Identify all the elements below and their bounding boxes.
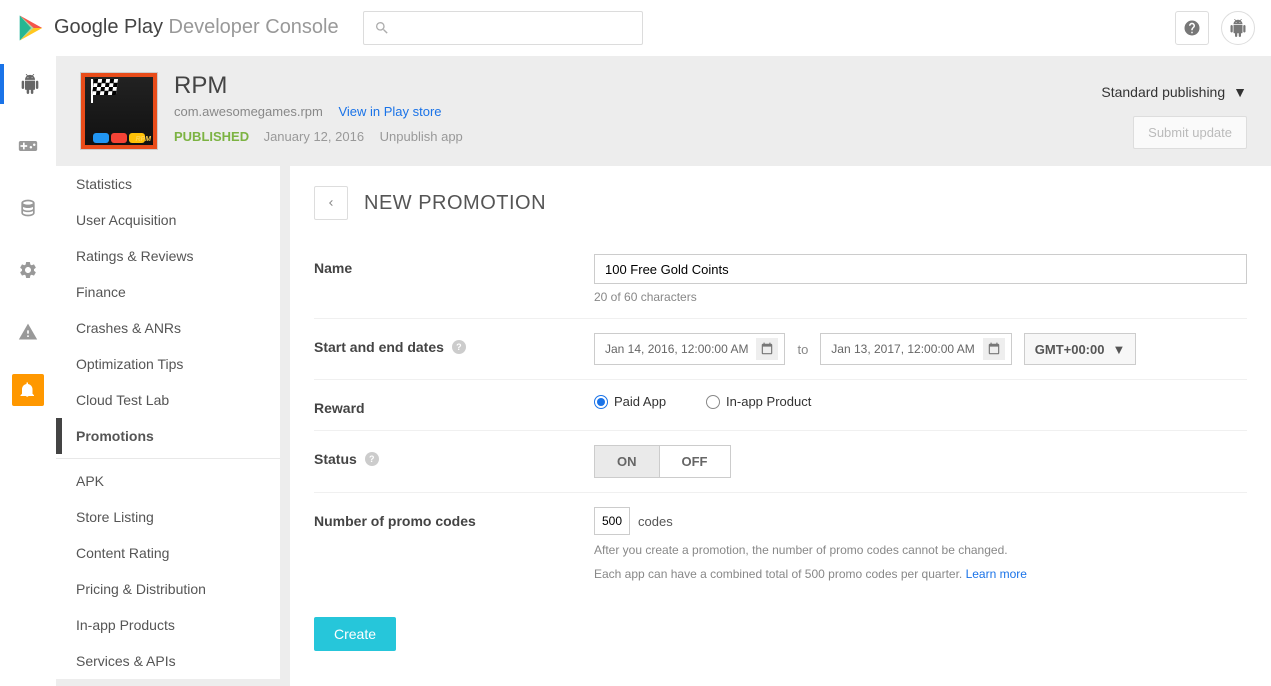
end-date-picker[interactable]: Jan 13, 2017, 12:00:00 AM: [820, 333, 1011, 365]
chevron-down-icon: ▼: [1233, 84, 1247, 100]
submit-update-button[interactable]: Submit update: [1133, 116, 1247, 149]
chevron-down-icon: ▼: [1112, 342, 1125, 357]
rail-settings[interactable]: [0, 250, 56, 290]
panel-title: NEW PROMOTION: [364, 192, 546, 215]
label-promo-codes: Number of promo codes: [314, 507, 594, 529]
sidebar-item-apk[interactable]: APK: [56, 463, 280, 499]
sidebar-item-in-app[interactable]: In-app Products: [56, 607, 280, 643]
codes-info-2: Each app can have a combined total of 50…: [594, 565, 1247, 583]
app-icon: RPM: [80, 72, 158, 150]
learn-more-link[interactable]: Learn more: [966, 567, 1027, 581]
brand-text: Google Play Developer Console: [54, 16, 339, 39]
android-icon: [20, 74, 40, 94]
rail-reports[interactable]: [0, 188, 56, 228]
android-icon: [1229, 19, 1247, 37]
label-status: Status ?: [314, 445, 594, 467]
label-reward: Reward: [314, 394, 594, 416]
back-button[interactable]: [314, 186, 348, 220]
logo-area: Google Play Developer Console: [16, 13, 339, 43]
search-icon: [374, 20, 390, 36]
warning-icon: [18, 322, 38, 342]
gear-icon: [18, 260, 38, 280]
account-button[interactable]: [1221, 11, 1255, 45]
chevron-left-icon: [325, 197, 337, 209]
gamepad-icon: [18, 136, 38, 156]
sidebar-item-statistics[interactable]: Statistics: [56, 166, 280, 202]
status-off-button[interactable]: OFF: [659, 446, 730, 477]
play-logo-icon: [16, 13, 46, 43]
codes-info-1: After you create a promotion, the number…: [594, 541, 1247, 559]
sidebar-item-content-rating[interactable]: Content Rating: [56, 535, 280, 571]
radio-paid-app[interactable]: Paid App: [594, 394, 666, 409]
unpublish-link[interactable]: Unpublish app: [380, 129, 463, 144]
rail-alerts[interactable]: [0, 312, 56, 352]
app-header: RPM RPM com.awesomegames.rpm View in Pla…: [56, 56, 1271, 166]
publishing-mode-dropdown[interactable]: Standard publishing ▼: [1101, 84, 1247, 100]
help-icon[interactable]: ?: [365, 452, 379, 466]
radio-icon: [706, 395, 720, 409]
create-button[interactable]: Create: [314, 617, 396, 651]
sidebar-item-finance[interactable]: Finance: [56, 274, 280, 310]
view-play-store-link[interactable]: View in Play store: [338, 104, 441, 119]
sidebar: Statistics User Acquisition Ratings & Re…: [56, 166, 280, 679]
name-input[interactable]: [594, 254, 1247, 284]
app-publish-date: January 12, 2016: [264, 129, 364, 144]
sidebar-item-store-listing[interactable]: Store Listing: [56, 499, 280, 535]
app-package: com.awesomegames.rpm: [174, 104, 323, 119]
rail-games[interactable]: [0, 126, 56, 166]
sidebar-item-pricing[interactable]: Pricing & Distribution: [56, 571, 280, 607]
sidebar-item-optimization[interactable]: Optimization Tips: [56, 346, 280, 382]
sidebar-item-ratings-reviews[interactable]: Ratings & Reviews: [56, 238, 280, 274]
radio-icon: [594, 395, 608, 409]
nav-rail: [0, 56, 56, 686]
topbar: Google Play Developer Console: [0, 0, 1271, 56]
status-toggle: ON OFF: [594, 445, 731, 478]
rail-apps[interactable]: [0, 64, 56, 104]
label-name: Name: [314, 254, 594, 276]
timezone-dropdown[interactable]: GMT+00:00 ▼: [1024, 333, 1137, 365]
radio-inapp-product[interactable]: In-app Product: [706, 394, 811, 409]
search-input[interactable]: [398, 20, 632, 35]
megaphone-icon: [19, 381, 37, 399]
sidebar-item-crashes-anrs[interactable]: Crashes & ANRs: [56, 310, 280, 346]
help-icon[interactable]: ?: [452, 340, 466, 354]
sidebar-item-user-acquisition[interactable]: User Acquisition: [56, 202, 280, 238]
topbar-right: [1175, 11, 1255, 45]
label-dates: Start and end dates ?: [314, 333, 594, 355]
app-status: PUBLISHED: [174, 129, 249, 144]
promo-codes-input[interactable]: [594, 507, 630, 535]
calendar-icon: [983, 338, 1005, 360]
sidebar-item-promotions[interactable]: Promotions: [56, 418, 280, 454]
help-icon: [1183, 19, 1201, 37]
help-button[interactable]: [1175, 11, 1209, 45]
rail-announcements[interactable]: [12, 374, 44, 406]
search-box[interactable]: [363, 11, 643, 45]
calendar-icon: [756, 338, 778, 360]
status-on-button[interactable]: ON: [595, 446, 659, 477]
name-char-count: 20 of 60 characters: [594, 290, 1247, 304]
start-date-picker[interactable]: Jan 14, 2016, 12:00:00 AM: [594, 333, 785, 365]
form-panel: NEW PROMOTION Name 20 of 60 characters S…: [290, 166, 1271, 686]
database-icon: [18, 198, 38, 218]
sidebar-item-cloud-test-lab[interactable]: Cloud Test Lab: [56, 382, 280, 418]
header-right: Standard publishing ▼ Submit update: [1101, 72, 1247, 149]
codes-unit: codes: [638, 514, 673, 529]
app-title: RPM: [174, 72, 463, 100]
to-label: to: [797, 342, 808, 357]
app-meta: RPM com.awesomegames.rpm View in Play st…: [174, 72, 463, 144]
